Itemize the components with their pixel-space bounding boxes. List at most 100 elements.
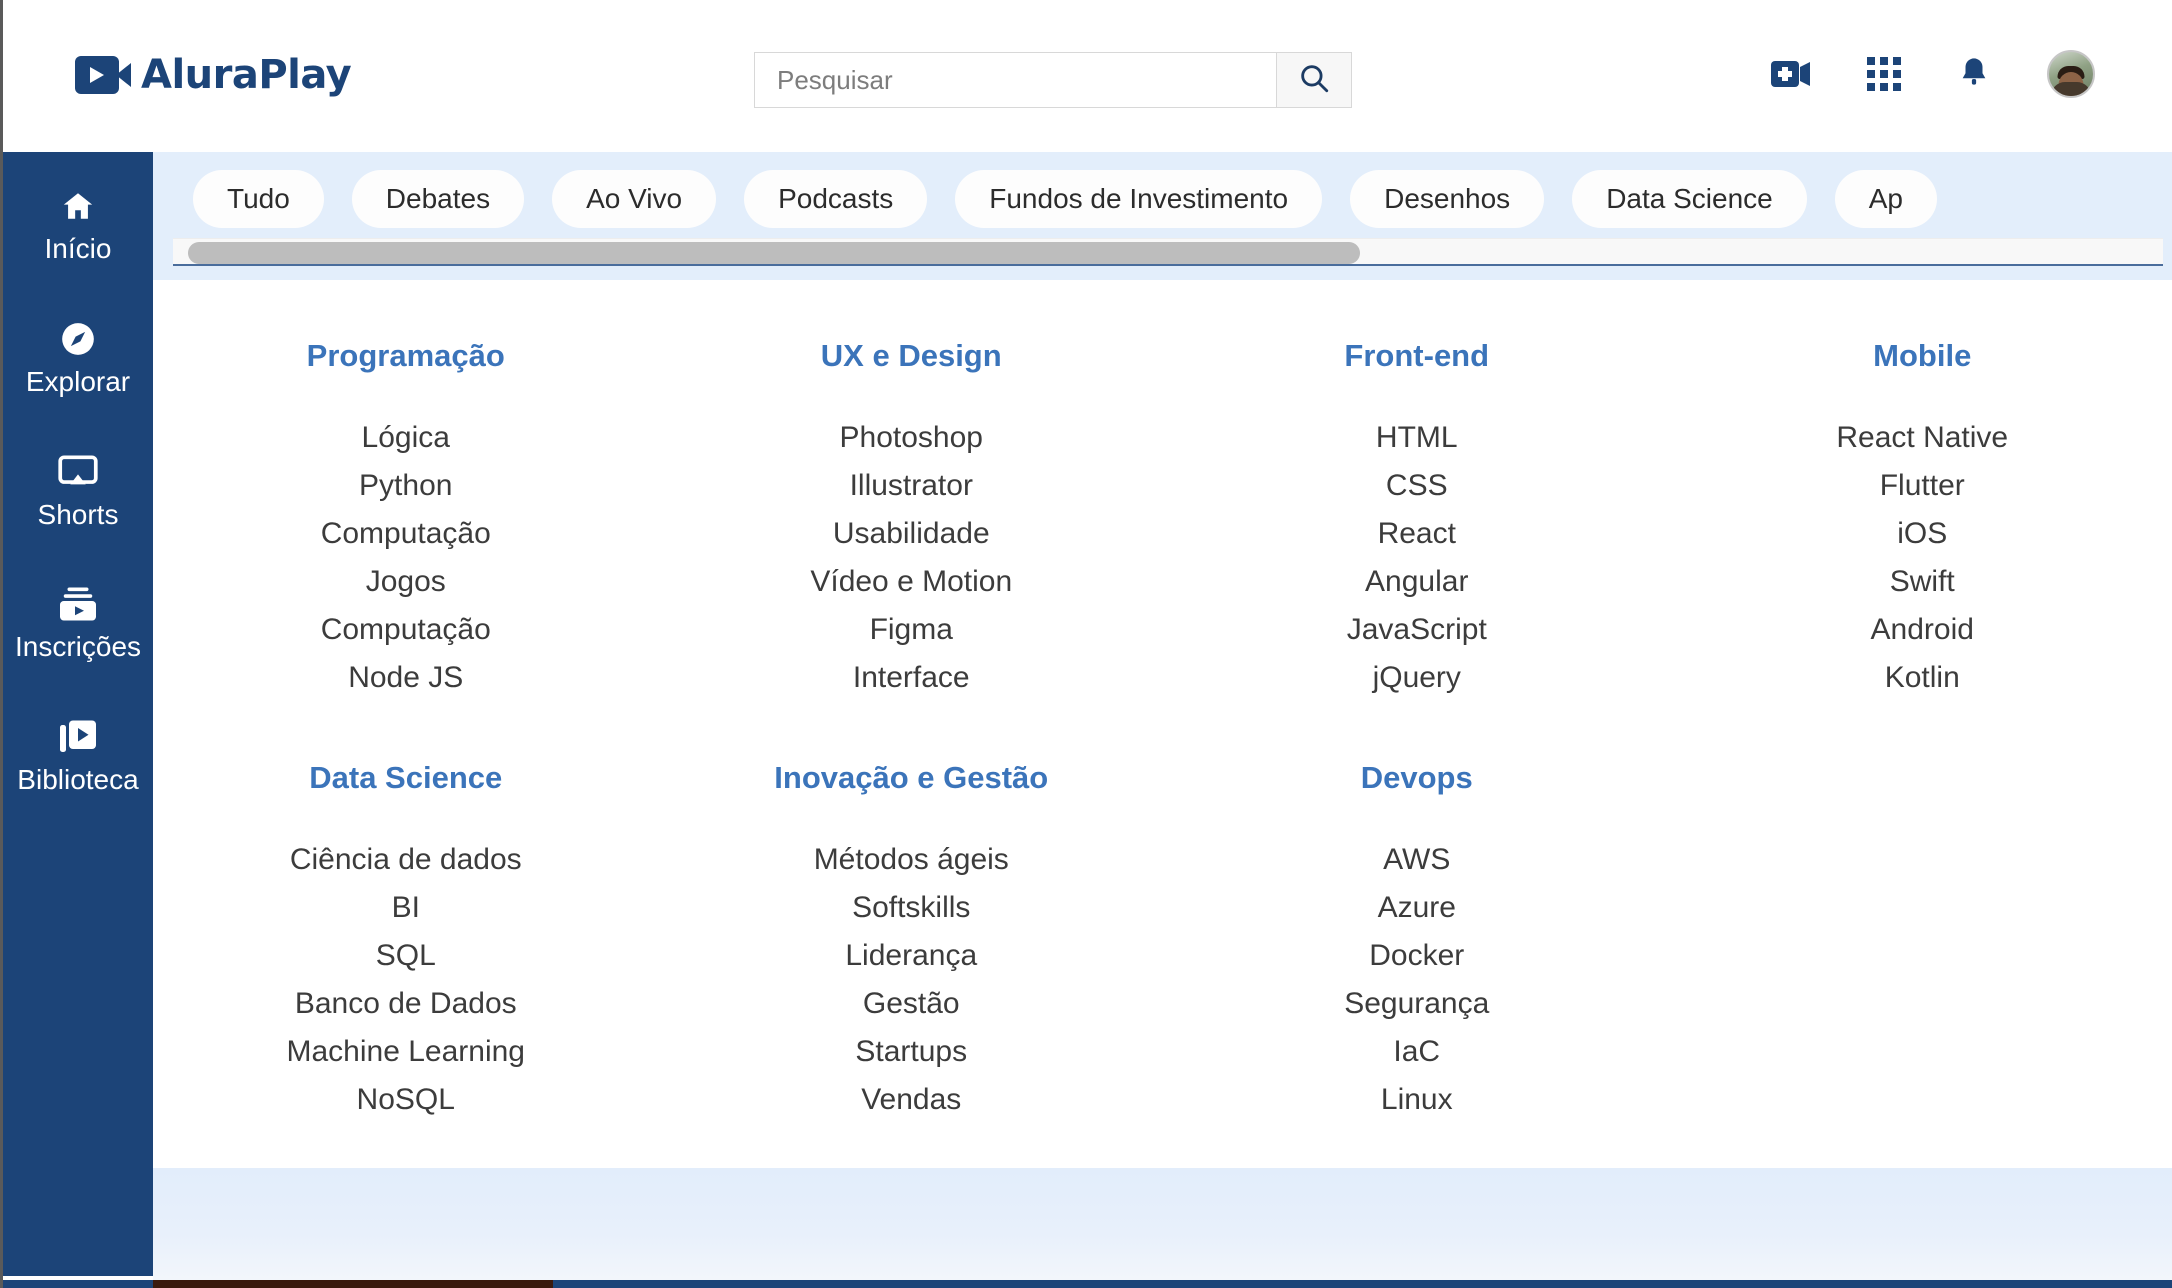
chip-data-science[interactable]: Data Science [1572,170,1807,228]
search-area [754,52,1352,108]
create-video-icon[interactable] [1771,59,1811,89]
category-link[interactable]: Machine Learning [287,1028,526,1076]
category-title: Devops [1360,760,1473,795]
category-link[interactable]: Interface [853,654,970,702]
category-link[interactable]: Usabilidade [833,510,990,558]
category-link[interactable]: BI [392,884,420,932]
chip-partial[interactable]: Ap [1834,170,1937,228]
category-title: Programação [306,338,505,373]
compass-icon [59,317,97,361]
chip-desenhos[interactable]: Desenhos [1350,170,1545,228]
home-icon [59,184,97,228]
category-link[interactable]: NoSQL [357,1076,455,1124]
chip-fundos-de-investimento[interactable]: Fundos de Investimento [955,170,1323,228]
category-link[interactable]: Android [1871,606,1974,654]
shorts-screen-icon [57,450,99,494]
category-link[interactable]: CSS [1386,462,1448,510]
category-link[interactable]: Illustrator [850,462,973,510]
category-link[interactable]: Node JS [348,654,463,702]
chip-podcasts[interactable]: Podcasts [744,170,928,228]
category-link[interactable]: Flutter [1880,462,1965,510]
sidebar-item-explorar[interactable]: Explorar [3,317,153,398]
category-link[interactable]: Azure [1378,884,1456,932]
bottom-strip [3,1280,2172,1288]
category-link[interactable]: HTML [1376,414,1458,462]
category-link[interactable]: Computação [321,606,491,654]
video-camera-icon [75,56,131,94]
category-link[interactable]: jQuery [1373,654,1461,702]
bottom-strip-accent [153,1280,553,1288]
category-link[interactable]: Python [359,462,452,510]
search-input[interactable] [754,52,1276,108]
chip-debates[interactable]: Debates [351,170,525,228]
sidebar: Início Explorar Shorts Inscrições Biblio… [3,152,153,1276]
category-link[interactable]: Figma [870,606,953,654]
category-link[interactable]: Kotlin [1885,654,1960,702]
sidebar-item-label: Biblioteca [17,764,139,796]
category-title: Mobile [1873,338,1972,373]
category-title: Data Science [309,760,503,795]
category-link[interactable]: Jogos [366,558,446,606]
subscriptions-icon [58,582,98,626]
avatar[interactable] [2047,50,2095,98]
sidebar-item-inscricoes[interactable]: Inscrições [3,582,153,663]
sidebar-item-shorts[interactable]: Shorts [3,450,153,531]
category-panel: Programação Lógica Python Computação Jog… [153,280,2172,1168]
category-link[interactable]: IaC [1393,1028,1440,1076]
category-link[interactable]: Angular [1365,558,1468,606]
category-link[interactable]: Ciência de dados [290,836,522,884]
sidebar-item-label: Shorts [37,498,119,530]
category-link[interactable]: Swift [1890,558,1955,606]
sidebar-item-inicio[interactable]: Início [3,184,153,265]
category-link[interactable]: Computação [321,510,491,558]
category-link[interactable]: Startups [855,1028,967,1076]
sidebar-item-biblioteca[interactable]: Biblioteca [3,715,153,796]
category-link[interactable]: Banco de Dados [295,980,517,1028]
header-actions [1771,50,2095,98]
category-title: Front-end [1344,338,1490,373]
chipbar-scrollbar-thumb[interactable] [188,242,1360,264]
category-row-1: Programação Lógica Python Computação Jog… [153,338,2172,702]
category-link[interactable]: Vendas [861,1076,961,1124]
footer-gradient [153,1168,2172,1288]
category-link[interactable]: Photoshop [840,414,983,462]
category-link[interactable]: React Native [1836,414,2008,462]
category-link[interactable]: iOS [1897,510,1947,558]
category-link[interactable]: React [1378,510,1456,558]
brand-logo[interactable]: AluraPlay [75,52,352,98]
category-title: Inovação e Gestão [774,760,1049,795]
app-root: AluraPlay Pesquisar Início Explorar Shor… [0,0,2172,1288]
category-link[interactable]: Liderança [845,932,977,980]
category-chip-bar: Tudo Debates Ao Vivo Podcasts Fundos de … [153,152,2172,280]
apps-grid-icon[interactable] [1867,57,1901,91]
search-button[interactable] [1276,52,1352,108]
category-link[interactable]: Gestão [863,980,960,1028]
sidebar-item-label: Explorar [25,365,131,397]
brand-name: AluraPlay [141,52,352,98]
category-link[interactable]: Métodos ágeis [814,836,1009,884]
app-header: AluraPlay [3,0,2172,152]
category-link[interactable]: Segurança [1344,980,1489,1028]
category-link[interactable]: SQL [376,932,436,980]
notifications-bell-icon[interactable] [1957,55,1991,93]
category-column-data-science: Data Science Ciência de dados BI SQL Ban… [153,760,659,1124]
category-link[interactable]: Lógica [362,414,450,462]
category-link[interactable]: Vídeo e Motion [810,558,1012,606]
category-title: UX e Design [820,338,1002,373]
category-column-front-end: Front-end HTML CSS React Angular JavaScr… [1164,338,1670,702]
category-link[interactable]: JavaScript [1347,606,1487,654]
row-spacer [153,702,2172,760]
category-column-inovacao-e-gestao: Inovação e Gestão Métodos ágeis Softskil… [659,760,1165,1124]
category-column-devops: Devops AWS Azure Docker Segurança IaC Li… [1164,760,1670,1124]
chip-ao-vivo[interactable]: Ao Vivo [552,170,717,228]
category-link[interactable]: Softskills [852,884,970,932]
sidebar-item-label: Inscrições [14,631,142,663]
category-link[interactable]: Linux [1381,1076,1453,1124]
search-icon [1297,61,1331,100]
category-link[interactable]: AWS [1383,836,1450,884]
category-column-ux-e-design: UX e Design Photoshop Illustrator Usabil… [659,338,1165,702]
chipbar-scrollbar[interactable] [173,238,2163,266]
category-link[interactable]: Docker [1369,932,1464,980]
chip-tudo[interactable]: Tudo [193,170,324,228]
category-column-programacao: Programação Lógica Python Computação Jog… [153,338,659,702]
